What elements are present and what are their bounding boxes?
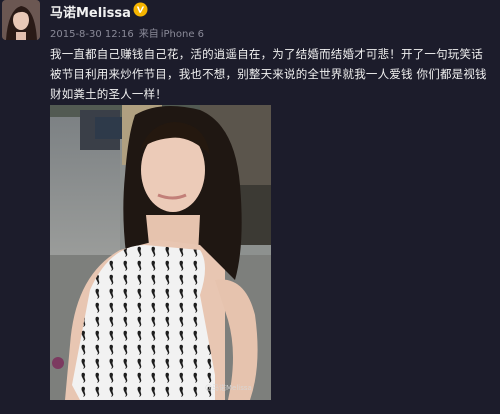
source-prefix: 来自 bbox=[138, 29, 159, 40]
verified-v-badge-icon bbox=[133, 2, 148, 17]
post-source[interactable]: iPhone 6 bbox=[161, 29, 204, 40]
post-text: 我一直都自己赚钱自己花，活的逍遥自在，为了结婚而结婚才可悲！开了一句玩笑话被节目… bbox=[50, 47, 487, 101]
post-photo[interactable] bbox=[50, 105, 271, 400]
author-name[interactable]: 马诺Melissa bbox=[50, 2, 131, 21]
post-meta: 2015-8-30 12:16 来自 iPhone 6 bbox=[50, 25, 209, 40]
post-timestamp[interactable]: 2015-8-30 12:16 bbox=[50, 29, 134, 40]
author-avatar[interactable] bbox=[2, 0, 40, 40]
photo-watermark: @马诺Melissa bbox=[205, 384, 252, 392]
weibo-post-card: 马诺Melissa 2015-8-30 12:16 来自 iPhone 6 我一直都… bbox=[0, 0, 500, 414]
